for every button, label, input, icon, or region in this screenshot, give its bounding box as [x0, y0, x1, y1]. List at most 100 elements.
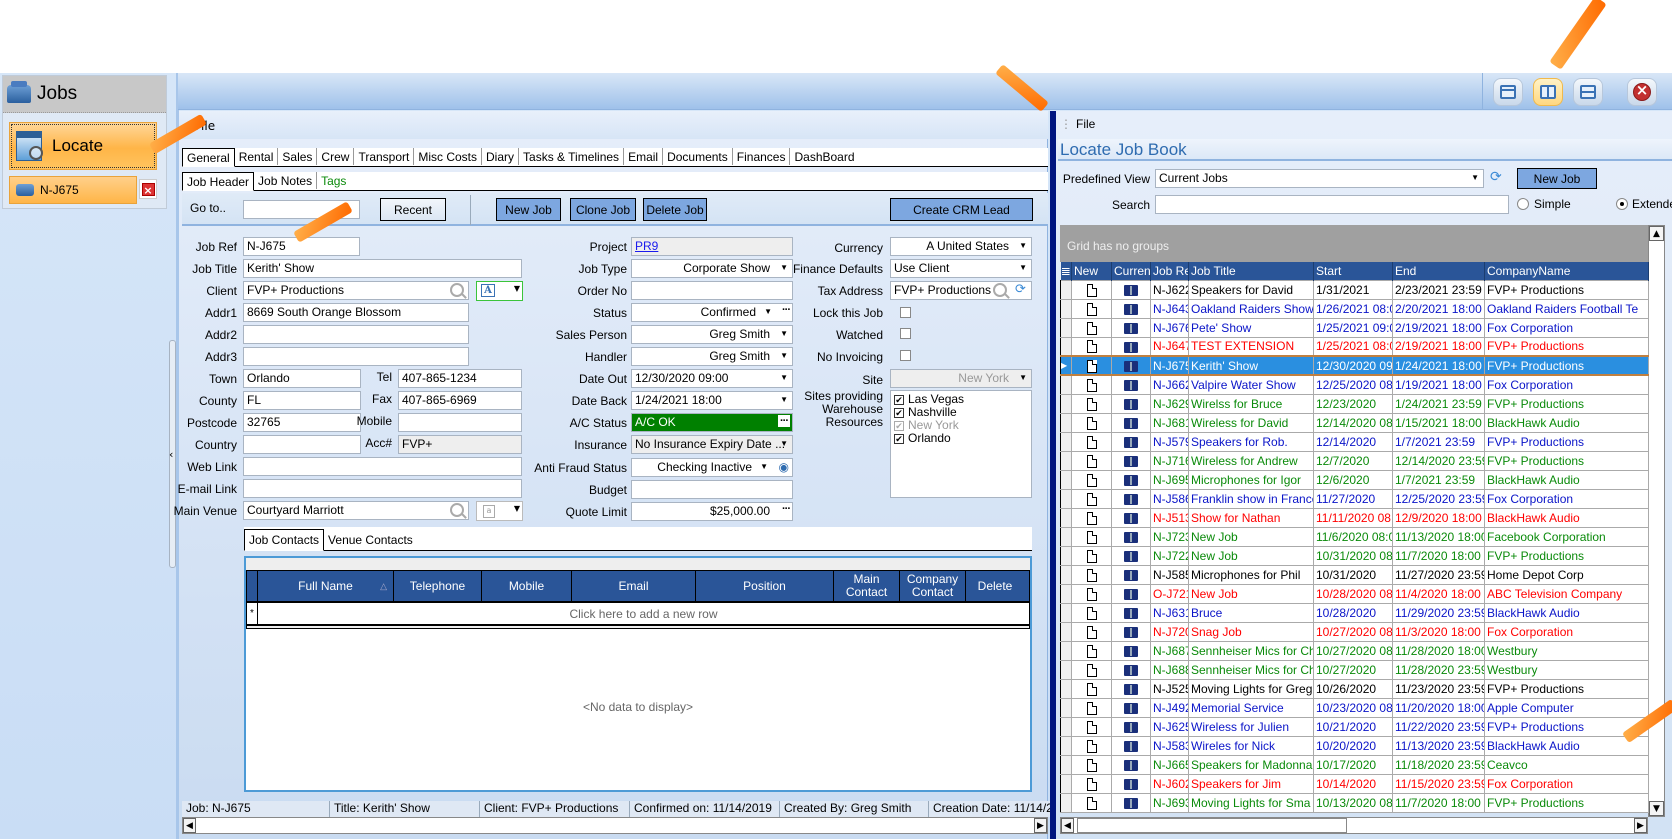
cell-start[interactable]: 1/25/2021 08:00 — [1313, 336, 1393, 357]
book-icon[interactable] — [1124, 474, 1138, 486]
book-icon[interactable] — [1124, 436, 1138, 448]
col-main-contact[interactable]: Main Contact — [834, 571, 900, 601]
book-icon[interactable] — [1124, 417, 1138, 429]
cell-start[interactable]: 10/13/2020 08:00 — [1313, 792, 1393, 813]
cell-start[interactable]: 12/14/2020 08:00 — [1313, 412, 1393, 433]
cell-new[interactable] — [1071, 583, 1112, 604]
checkbox-checked-icon[interactable]: ✔ — [894, 433, 904, 444]
cell-new[interactable] — [1071, 678, 1112, 699]
refresh-icon[interactable]: ⟳ — [1015, 282, 1026, 297]
new-job-button[interactable]: New Job — [496, 198, 561, 221]
new-document-icon[interactable] — [1086, 435, 1097, 449]
new-document-icon[interactable] — [1086, 796, 1097, 810]
job-row[interactable]: N-J622 Speakers for David 1/31/2021 2/23/20… — [1060, 279, 1649, 300]
close-window-button[interactable] — [1627, 77, 1657, 106]
tab-dashboard[interactable]: DashBoard — [790, 148, 858, 165]
book-icon[interactable] — [1124, 341, 1138, 353]
open-job-tab[interactable]: N-J675 — [9, 176, 137, 204]
chevron-left-icon[interactable]: ‹ — [169, 448, 173, 461]
cell-start[interactable]: 12/25/2020 08:00 — [1313, 374, 1393, 395]
new-document-icon[interactable] — [1086, 359, 1097, 373]
cell-job-title[interactable]: Microphones for Igor — [1188, 469, 1314, 490]
row-indicator[interactable] — [1060, 583, 1072, 604]
cell-current[interactable] — [1111, 450, 1151, 471]
subtab-tags[interactable]: Tags — [317, 172, 350, 189]
cell-job-title[interactable]: Moving Lights for Sma — [1188, 792, 1314, 813]
cell-end[interactable]: 2/20/2021 18:00 — [1392, 298, 1485, 319]
venue-doc-dropdown[interactable]: a ▼ — [476, 501, 523, 521]
cell-current[interactable] — [1111, 469, 1151, 490]
tab-diary[interactable]: Diary — [482, 148, 520, 165]
addr1-input[interactable]: 8669 South Orange Blossom — [243, 303, 469, 322]
cell-job-ref[interactable]: N-J716 — [1150, 450, 1189, 471]
job-type-select[interactable]: Corporate Show — [631, 259, 793, 278]
cell-job-title[interactable]: Memorial Service — [1188, 697, 1314, 718]
row-indicator[interactable] — [1060, 545, 1072, 566]
row-indicator[interactable] — [1060, 735, 1072, 756]
cell-company[interactable]: BlackHawk Audio — [1484, 469, 1649, 490]
cell-job-title[interactable]: Pete' Show — [1188, 317, 1314, 338]
row-indicator[interactable] — [1060, 564, 1072, 585]
checkbox-checked-icon[interactable]: ✔ — [894, 394, 904, 405]
cell-company[interactable]: Ceavco — [1484, 754, 1649, 775]
row-indicator[interactable] — [1060, 640, 1072, 661]
search-input[interactable] — [1155, 195, 1509, 214]
job-row[interactable]: N-J687Sennheiser Mics for Chris10/27/202… — [1060, 640, 1649, 661]
job-row[interactable]: N-J583 Wireles for Nick 10/20/2020 11/13/20… — [1060, 735, 1649, 756]
book-icon[interactable] — [1124, 493, 1138, 505]
cell-current[interactable] — [1111, 431, 1151, 452]
cell-company[interactable]: Facebook Corporation — [1484, 526, 1649, 547]
new-document-icon[interactable] — [1086, 606, 1097, 620]
book-icon[interactable] — [1124, 797, 1138, 809]
cell-current[interactable] — [1111, 583, 1151, 604]
currency-select[interactable]: A United States — [890, 237, 1032, 256]
cell-job-ref[interactable]: N-J723 — [1150, 526, 1189, 547]
cell-company[interactable]: BlackHawk Audio — [1484, 602, 1649, 623]
locate-button[interactable]: Locate — [9, 122, 157, 170]
locate-file-menu[interactable]: ⋮ File — [1060, 117, 1095, 131]
web-link-input[interactable] — [243, 457, 522, 476]
tab-finances[interactable]: Finances — [733, 148, 791, 165]
cell-end[interactable]: 11/22/2020 23:59 — [1392, 716, 1485, 737]
refresh-icon[interactable]: ⟳ — [1490, 169, 1502, 185]
cell-new[interactable] — [1071, 545, 1112, 566]
cell-start[interactable]: 12/14/2020 — [1313, 431, 1393, 452]
cell-start[interactable]: 1/26/2021 08:00 — [1313, 298, 1393, 319]
cell-start[interactable]: 1/31/2021 — [1313, 279, 1393, 300]
cell-job-title[interactable]: Sennheiser Mics for Chris — [1188, 640, 1314, 661]
book-icon[interactable] — [1124, 588, 1138, 600]
cell-current[interactable] — [1111, 659, 1151, 680]
new-document-icon[interactable] — [1086, 378, 1097, 392]
row-indicator[interactable] — [1060, 792, 1072, 813]
cell-job-title[interactable]: New Job — [1188, 545, 1314, 566]
grid-vertical-scrollbar[interactable]: ▲ ▼ — [1648, 225, 1665, 817]
cell-company[interactable]: FVP+ Productions — [1484, 450, 1649, 471]
cell-company[interactable]: FVP+ Productions — [1484, 279, 1649, 300]
cell-new[interactable] — [1071, 792, 1112, 813]
cell-job-ref[interactable]: N-J629 — [1150, 393, 1189, 414]
date-back-input[interactable]: 1/24/2021 18:00 — [631, 391, 793, 410]
book-icon[interactable] — [1124, 360, 1138, 372]
cell-company[interactable]: BlackHawk Audio — [1484, 507, 1649, 528]
cell-job-ref[interactable]: N-J492 — [1150, 697, 1189, 718]
cell-new[interactable] — [1071, 773, 1112, 794]
add-new-row[interactable]: * Click here to add a new row — [246, 602, 1030, 625]
date-out-input[interactable]: 12/30/2020 09:00 — [631, 369, 793, 388]
cell-new[interactable] — [1071, 450, 1112, 471]
cell-end[interactable]: 1/7/2021 23:59 — [1392, 431, 1485, 452]
book-icon[interactable] — [1124, 607, 1138, 619]
col-end[interactable]: End — [1392, 262, 1485, 280]
row-indicator[interactable] — [1060, 716, 1072, 737]
anti-fraud-select[interactable]: Checking Inactive ▼ ◉ — [631, 458, 793, 477]
new-document-icon[interactable] — [1086, 644, 1097, 658]
tab-job-contacts[interactable]: Job Contacts — [244, 529, 325, 551]
cell-end[interactable]: 11/29/2020 23:59 — [1392, 602, 1485, 623]
new-document-icon[interactable] — [1086, 283, 1097, 297]
email-link-input[interactable] — [243, 479, 522, 498]
vertical-split-button[interactable] — [1533, 77, 1563, 106]
row-indicator[interactable] — [1060, 431, 1072, 452]
tel-input[interactable]: 407-865-1234 — [398, 369, 522, 388]
cell-current[interactable] — [1111, 792, 1151, 813]
cell-job-title[interactable]: Valpire Water Show — [1188, 374, 1314, 395]
cell-new[interactable] — [1071, 393, 1112, 414]
